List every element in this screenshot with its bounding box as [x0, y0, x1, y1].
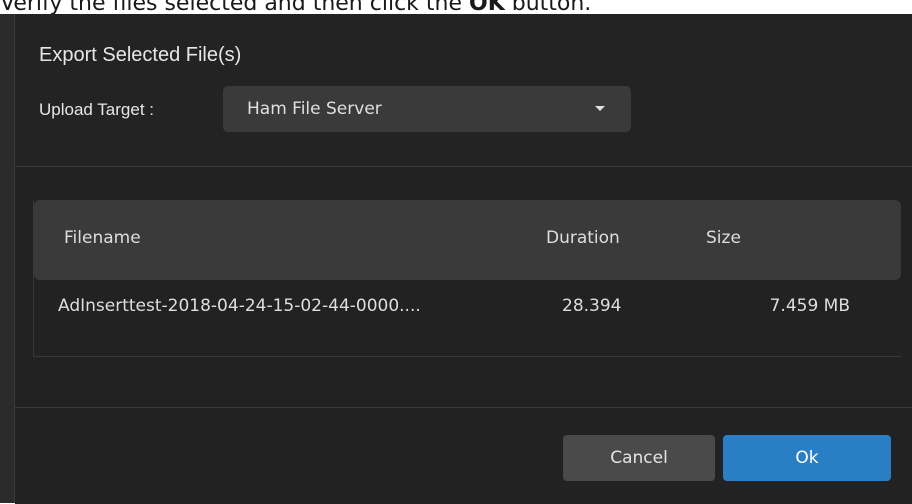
row-size: 7.459 MB: [769, 296, 850, 316]
cancel-button[interactable]: Cancel: [563, 435, 715, 481]
export-dialog: Export Selected File(s) Upload Target : …: [14, 14, 912, 504]
row-filename: AdInserttest-2018-04-24-15-02-44-0000...…: [58, 296, 421, 316]
column-header-filename[interactable]: Filename: [64, 228, 141, 248]
ok-button[interactable]: Ok: [723, 435, 891, 481]
dialog-footer: Cancel Ok: [15, 407, 912, 504]
files-table: Filename Duration Size AdInserttest-2018…: [33, 200, 901, 357]
caret-down-icon: [595, 106, 605, 111]
backdrop-left-edge: [0, 14, 14, 503]
table-row[interactable]: AdInserttest-2018-04-24-15-02-44-0000...…: [34, 280, 901, 340]
column-header-size[interactable]: Size: [706, 228, 741, 248]
dialog-header: Export Selected File(s) Upload Target : …: [15, 14, 912, 167]
upload-target-value: Ham File Server: [247, 99, 382, 119]
upload-target-select[interactable]: Ham File Server: [223, 86, 631, 132]
column-header-duration[interactable]: Duration: [546, 228, 620, 248]
table-header: Filename Duration Size: [34, 200, 901, 280]
dialog-title: Export Selected File(s): [39, 44, 242, 66]
upload-target-label: Upload Target :: [39, 100, 154, 119]
row-duration: 28.394: [562, 296, 622, 316]
